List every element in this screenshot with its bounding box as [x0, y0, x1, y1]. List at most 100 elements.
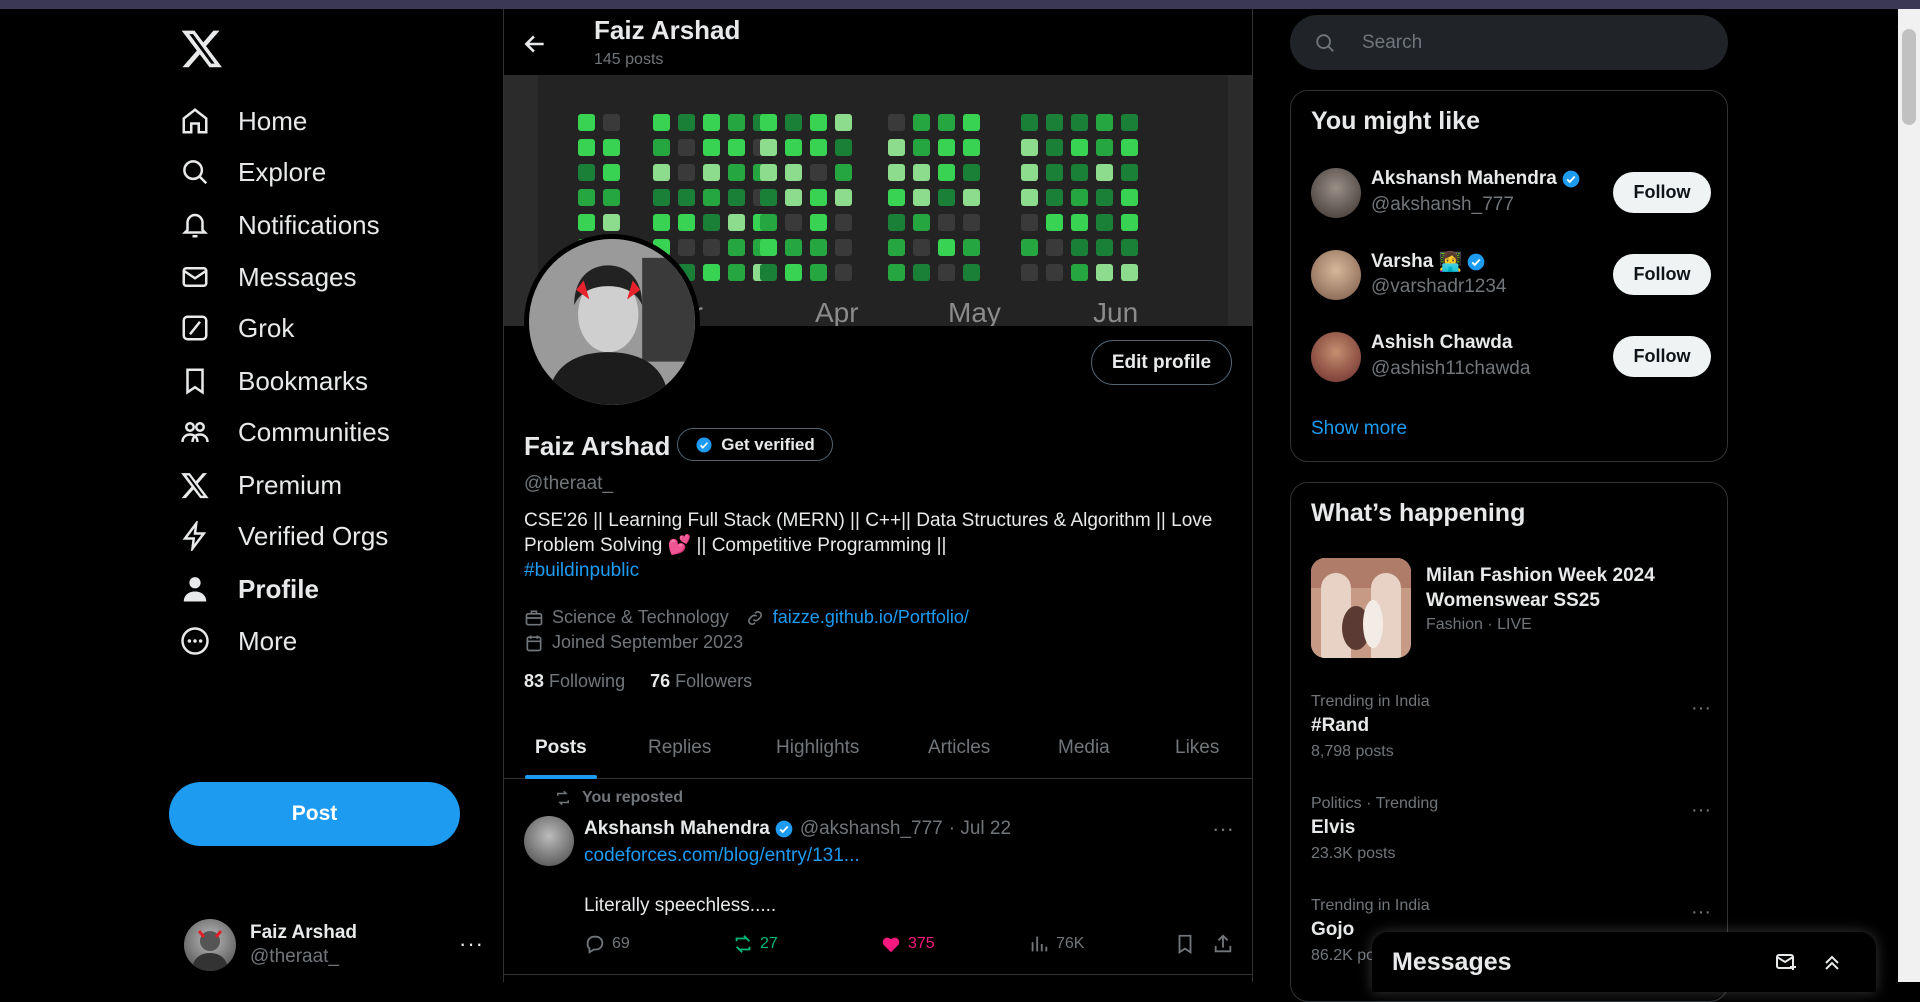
trend-more-icon[interactable]: ··· — [1691, 697, 1711, 720]
bookmark-icon — [1178, 934, 1192, 954]
trend-more-icon[interactable]: ··· — [1691, 901, 1711, 924]
following-link[interactable]: 83 Following — [524, 671, 625, 691]
profile-bio: CSE'26 || Learning Full Stack (MERN) || … — [524, 508, 1224, 583]
search-box[interactable] — [1290, 15, 1728, 70]
verified-badge-icon — [1562, 170, 1580, 188]
tweet-handle[interactable]: @akshansh_777 — [800, 818, 943, 840]
contribution-cell — [1121, 189, 1138, 206]
edit-profile-button[interactable]: Edit profile — [1091, 340, 1232, 385]
suggested-user[interactable]: Varsha 👩‍💻 @varshadr1234 Follow — [1311, 250, 1711, 310]
tweet[interactable]: You reposted Akshansh Mahendra @akshansh… — [504, 780, 1252, 975]
nav-home[interactable]: Home — [180, 95, 307, 147]
tweet-author[interactable]: Akshansh Mahendra — [584, 818, 770, 840]
nav-communities[interactable]: Communities — [180, 406, 390, 458]
contribution-cell — [1121, 164, 1138, 181]
account-switcher[interactable]: Faiz Arshad @theraat_ ··· — [184, 915, 484, 975]
contribution-cell — [1096, 164, 1113, 181]
trend-item[interactable]: Politics · Trending Elvis 23.3K posts ··… — [1311, 795, 1711, 863]
verified-badge-icon — [1467, 253, 1485, 271]
x-logo-icon[interactable] — [180, 26, 224, 70]
tab-articles[interactable]: Articles — [928, 717, 990, 779]
nav-bookmarks[interactable]: Bookmarks — [180, 355, 368, 407]
tab-label: Highlights — [776, 737, 860, 758]
followers-link[interactable]: 76 Followers — [650, 671, 752, 691]
right-sidebar: You might like Akshansh Mahendra @akshan… — [1290, 9, 1728, 1002]
messages-drawer[interactable]: Messages — [1372, 932, 1876, 992]
profile-joined: Joined September 2023 — [552, 632, 744, 652]
nav-grok[interactable]: Grok — [180, 302, 294, 354]
contribution-cell — [938, 264, 955, 281]
tab-media[interactable]: Media — [1058, 717, 1110, 779]
tab-replies[interactable]: Replies — [648, 717, 711, 779]
search-input[interactable] — [1362, 31, 1682, 54]
account-more-icon[interactable]: ··· — [459, 931, 484, 957]
tab-active-indicator — [525, 775, 597, 779]
retweet-button[interactable]: 27 — [732, 933, 778, 955]
back-arrow-icon[interactable] — [522, 31, 548, 57]
nav-notifications[interactable]: Notifications — [180, 199, 380, 251]
get-verified-button[interactable]: Get verified — [677, 428, 833, 461]
nav-profile[interactable]: Profile — [180, 563, 319, 615]
follow-button[interactable]: Follow — [1613, 254, 1711, 295]
profile-website-link[interactable]: faizze.github.io/Portfolio/ — [773, 607, 969, 628]
card-title: What’s happening — [1311, 499, 1526, 527]
contribution-cell — [703, 214, 720, 231]
nav-messages[interactable]: Messages — [180, 251, 357, 303]
tweet-link[interactable]: codeforces.com/blog/entry/131... — [584, 845, 860, 867]
contribution-cell — [1121, 214, 1138, 231]
contribution-cell — [938, 189, 955, 206]
share-button[interactable] — [1212, 933, 1240, 955]
contribution-cell — [785, 164, 802, 181]
suggested-user[interactable]: Ashish Chawda @ashish11chawda Follow — [1311, 332, 1711, 392]
following-count: 83 — [524, 671, 545, 691]
bookmark-icon — [186, 368, 204, 395]
contribution-cell — [1071, 164, 1088, 181]
follow-button[interactable]: Follow — [1613, 172, 1711, 213]
profile-avatar[interactable] — [524, 234, 700, 410]
news-thumbnail[interactable] — [1311, 558, 1411, 658]
tab-likes[interactable]: Likes — [1175, 717, 1219, 779]
nav-explore[interactable]: Explore — [180, 146, 326, 198]
post-button[interactable]: Post — [169, 782, 460, 846]
account-name: Faiz Arshad — [250, 922, 357, 943]
nav-more[interactable]: More — [180, 615, 297, 667]
trend-context: Trending in India — [1311, 693, 1430, 710]
tab-label: Likes — [1175, 737, 1220, 758]
news-title[interactable]: Milan Fashion Week 2024 Womenswear SS25 — [1426, 563, 1706, 613]
contribution-cell — [653, 139, 670, 156]
trend-more-icon[interactable]: ··· — [1691, 799, 1711, 822]
trend-item[interactable]: Trending in India #Rand 8,798 posts ··· — [1311, 693, 1711, 761]
contribution-cell — [678, 114, 695, 131]
contribution-cell — [1046, 164, 1063, 181]
home-icon — [182, 108, 208, 134]
contribution-cell — [810, 139, 827, 156]
tab-label: Articles — [928, 737, 991, 758]
contribution-cell — [785, 214, 802, 231]
avatar[interactable] — [524, 816, 574, 866]
bio-hashtag-link[interactable]: #buildinpublic — [524, 560, 639, 581]
repost-label: You reposted — [582, 789, 684, 806]
expand-chevron-icon[interactable] — [1820, 950, 1844, 974]
views-button[interactable]: 76K — [1028, 933, 1084, 955]
contribution-cell — [1021, 214, 1038, 231]
contribution-cell — [1071, 264, 1088, 281]
contribution-cell — [1071, 139, 1088, 156]
tweet-more-icon[interactable]: ··· — [1212, 816, 1234, 842]
page-scrollbar[interactable] — [1898, 9, 1920, 982]
tab-highlights[interactable]: Highlights — [776, 717, 859, 779]
nav-premium[interactable]: Premium — [180, 459, 342, 511]
bookmark-button[interactable] — [1174, 933, 1202, 955]
reply-button[interactable]: 69 — [584, 933, 630, 955]
contribution-cell — [913, 164, 930, 181]
nav-verified-orgs[interactable]: Verified Orgs — [180, 510, 388, 562]
contribution-cell — [1096, 139, 1113, 156]
scrollbar-thumb[interactable] — [1902, 29, 1916, 125]
tweet-date[interactable]: · Jul 22 — [949, 818, 1011, 840]
follow-button[interactable]: Follow — [1613, 336, 1711, 377]
new-message-icon[interactable] — [1774, 950, 1798, 974]
suggested-user[interactable]: Akshansh Mahendra @akshansh_777 Follow — [1311, 168, 1711, 228]
show-more-link[interactable]: Show more — [1311, 418, 1407, 440]
contribution-cell — [1021, 189, 1038, 206]
like-button[interactable]: 375 — [880, 933, 935, 955]
tab-posts[interactable]: Posts — [525, 717, 597, 779]
